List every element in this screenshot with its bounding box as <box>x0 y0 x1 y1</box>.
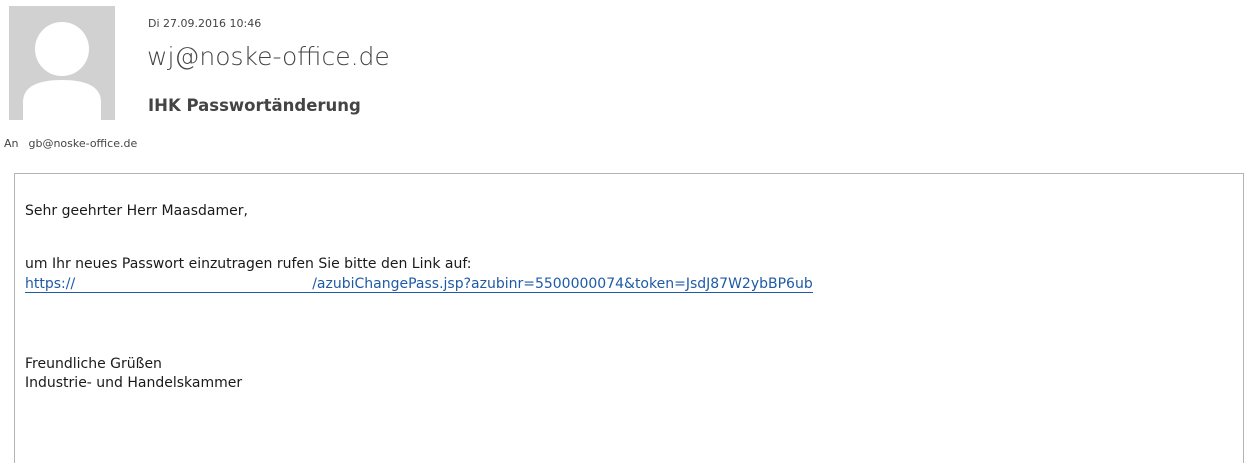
sender-avatar <box>9 6 115 120</box>
to-label: An <box>4 137 19 150</box>
body-greeting: Sehr geehrter Herr Maasdamer, <box>25 203 248 219</box>
email-recipients: An gb@noske-office.de <box>4 137 137 150</box>
password-change-link[interactable]: https:// /azubiChangePass.jsp?azubinr=550… <box>25 276 813 293</box>
recipient-address[interactable]: gb@noske-office.de <box>29 137 138 150</box>
link-prefix: https:// <box>25 276 76 292</box>
email-sender[interactable]: wj@noske-office.de <box>147 42 390 71</box>
email-date: Di 27.09.2016 10:46 <box>148 17 262 30</box>
body-closing: Freundliche Grüßen <box>25 356 162 372</box>
body-signature: Industrie- und Handelskammer <box>25 375 243 391</box>
link-suffix: /azubiChangePass.jsp?azubinr=5500000074&… <box>312 276 813 292</box>
body-instruction: um Ihr neues Passwort einzutragen rufen … <box>25 256 472 272</box>
person-silhouette-icon <box>23 22 101 120</box>
email-subject: IHK Passwortänderung <box>148 96 361 115</box>
